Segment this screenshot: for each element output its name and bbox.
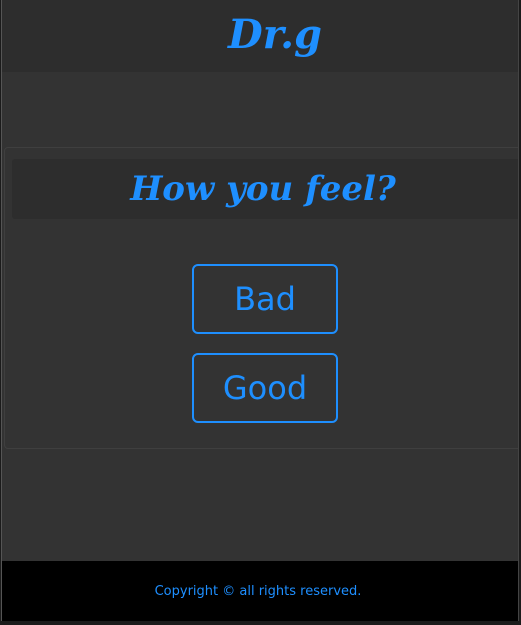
brand-logo[interactable]: Dr.g — [228, 11, 322, 58]
app-frame: Dr.g How you feel? Bad Good Copyright © … — [1, 0, 519, 621]
bad-button[interactable]: Bad — [192, 264, 338, 334]
mood-card: How you feel? Bad Good — [4, 147, 518, 449]
good-button[interactable]: Good — [192, 353, 338, 423]
card-title: How you feel? — [130, 169, 396, 209]
footer: Copyright © all rights reserved. — [2, 561, 518, 621]
copyright-text: Copyright © all rights reserved. — [154, 583, 362, 599]
card-title-bar: How you feel? — [12, 159, 518, 219]
header: Dr.g — [2, 0, 518, 72]
